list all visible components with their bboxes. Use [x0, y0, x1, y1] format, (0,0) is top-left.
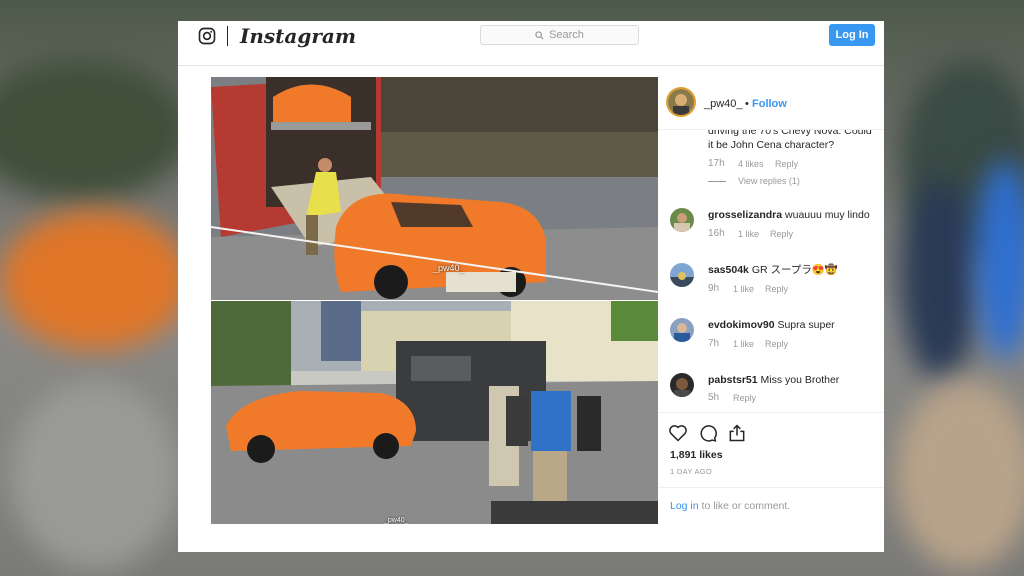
- avatar[interactable]: [670, 373, 694, 397]
- replies-line: [708, 181, 726, 182]
- comment-text: pabstsr51 Miss you Brother: [708, 373, 839, 387]
- instagram-icon[interactable]: [198, 27, 216, 45]
- comment-icon[interactable]: [698, 423, 718, 443]
- comment-username[interactable]: grosselizandra: [708, 209, 782, 221]
- search-placeholder: Search: [549, 29, 584, 41]
- comment-text: grosselizandra wuauuu muy lindo: [708, 208, 870, 222]
- photo-watermark-small: _pw40_: [384, 517, 409, 524]
- comment-body: GR スープラ😍🤠: [751, 264, 838, 276]
- avatar[interactable]: [670, 263, 694, 287]
- comment-time: 9h: [708, 283, 720, 294]
- avatar[interactable]: [670, 208, 694, 232]
- comment-time: 7h: [708, 338, 720, 349]
- reply-button[interactable]: Reply: [775, 159, 798, 169]
- post-modal: Instagram Search Log In _pw40_ _pw40_ _p…: [178, 21, 884, 552]
- post-header: _pw40_ • Follow: [658, 77, 884, 130]
- comment-likes[interactable]: 4 likes: [738, 159, 764, 169]
- avatar[interactable]: [670, 318, 694, 342]
- comment-likes[interactable]: 1 like: [733, 339, 754, 349]
- comment-username[interactable]: pabstsr51: [708, 374, 758, 386]
- photo-watermark: _pw40_: [433, 263, 465, 273]
- follow-button[interactable]: Follow: [752, 98, 787, 110]
- instagram-wordmark[interactable]: Instagram: [240, 21, 356, 51]
- comment-text: evdokimov90 Supra super: [708, 318, 835, 332]
- search-icon: [535, 30, 544, 40]
- comment-likes[interactable]: 1 like: [733, 284, 754, 294]
- username-separator: •: [745, 98, 749, 110]
- photo-bottom-panel: [211, 301, 658, 524]
- heart-icon[interactable]: [668, 423, 688, 443]
- comment-likes[interactable]: 1 like: [738, 229, 759, 239]
- comment-text: driving the 70's Chevy Nova. Could it be…: [708, 130, 872, 151]
- post-sidebar: _pw40_ • Follow driving the 70's Chevy N…: [658, 77, 884, 524]
- post-photo[interactable]: _pw40_ _pw40_: [211, 77, 658, 524]
- comments-list[interactable]: driving the 70's Chevy Nova. Could it be…: [658, 130, 884, 412]
- comment-text: sas504k GR スープラ😍🤠: [708, 263, 838, 277]
- comment-time: 5h: [708, 392, 720, 403]
- reply-button[interactable]: Reply: [765, 339, 788, 349]
- comment-time: 16h: [708, 228, 725, 239]
- post-date: 1 DAY AGO: [670, 467, 713, 476]
- logo-divider: [227, 26, 228, 46]
- login-prompt: Log in to like or comment.: [658, 487, 884, 526]
- login-link[interactable]: Log in: [670, 500, 699, 512]
- reply-button[interactable]: Reply: [770, 229, 793, 239]
- post-username[interactable]: _pw40_: [704, 98, 743, 110]
- share-icon[interactable]: [727, 423, 747, 443]
- reply-button[interactable]: Reply: [765, 284, 788, 294]
- comment-body: Miss you Brother: [760, 374, 840, 386]
- comment-time: 17h: [708, 158, 725, 169]
- login-prompt-rest: to like or comment.: [698, 500, 791, 512]
- comment-body: wuauuu muy lindo: [785, 209, 870, 221]
- view-replies-link[interactable]: View replies (1): [738, 176, 800, 186]
- comment-body: Supra super: [777, 319, 835, 331]
- login-button[interactable]: Log In: [829, 24, 875, 46]
- login-prompt-text: Log in to like or comment.: [670, 500, 790, 512]
- likes-count[interactable]: 1,891 likes: [670, 449, 723, 461]
- avatar[interactable]: [668, 89, 694, 115]
- comment-username[interactable]: evdokimov90: [708, 319, 775, 331]
- post-actions: 1,891 likes 1 DAY AGO Log in to like or …: [658, 412, 884, 525]
- top-navigation-bar: Instagram Search Log In: [178, 21, 884, 66]
- search-input[interactable]: Search: [480, 25, 639, 45]
- comment-username[interactable]: sas504k: [708, 264, 749, 276]
- reply-button[interactable]: Reply: [733, 393, 756, 403]
